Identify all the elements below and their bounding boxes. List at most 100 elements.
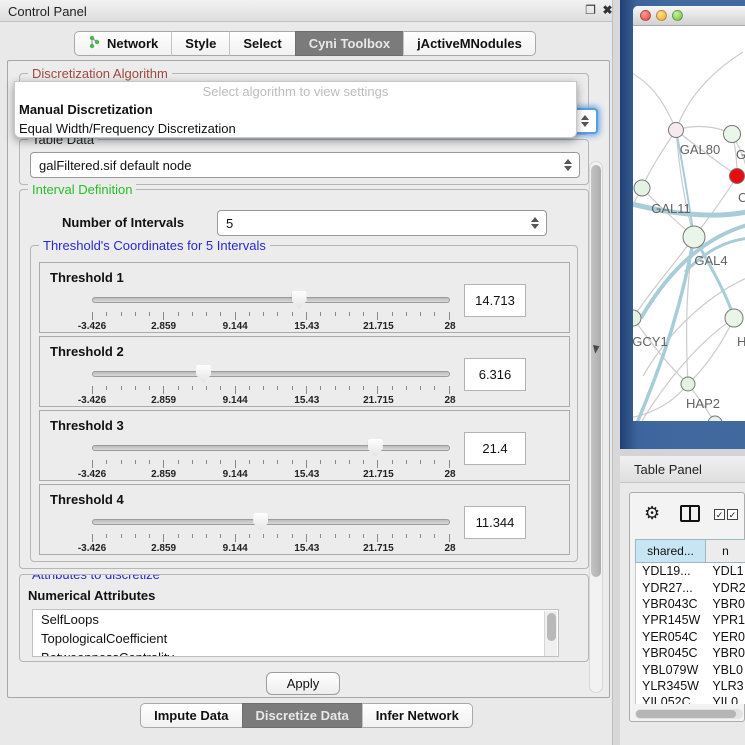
threshold-slider[interactable]: -3.4262.8599.14415.4321.71528 <box>92 513 450 553</box>
table-cell[interactable]: YBL0 <box>706 661 745 677</box>
table-cell[interactable]: YBR0 <box>706 596 745 612</box>
network-node-h[interactable] <box>725 309 743 327</box>
slider-thumb[interactable] <box>196 365 211 383</box>
network-edge[interactable] <box>633 318 688 384</box>
table-cell[interactable]: YIL0 <box>706 694 745 704</box>
network-node[interactable] <box>708 416 722 421</box>
tab-jactivemnodules[interactable]: jActiveMNodules <box>403 31 536 56</box>
threshold-label: Threshold 1 <box>50 270 124 285</box>
threshold-value-field[interactable]: 11.344 <box>464 506 526 539</box>
network-node[interactable] <box>724 126 741 143</box>
gear-icon[interactable]: ⚙ <box>644 504 660 522</box>
traffic-light-minimize-icon[interactable] <box>656 10 667 21</box>
slider-thumb[interactable] <box>368 439 383 457</box>
threshold-slider[interactable]: -3.4262.8599.14415.4321.71528 <box>92 291 450 331</box>
attributes-list-scrollbar[interactable] <box>544 611 557 657</box>
table-toolbar: ⚙ ✓ ✓ <box>630 493 744 535</box>
threshold-value-field[interactable]: 21.4 <box>464 432 526 465</box>
slider-track[interactable] <box>92 445 450 451</box>
table-cell[interactable]: YER054C <box>636 629 706 645</box>
tab-cyni-toolbox[interactable]: Cyni Toolbox <box>295 31 403 56</box>
threshold-panel-3: Threshold 3-3.4262.8599.14415.4321.71528… <box>39 410 570 481</box>
dropdown-placeholder: Select algorithm to view settings <box>15 82 576 100</box>
table-row[interactable]: YDR27...YDR2 <box>636 579 745 595</box>
slider-track[interactable] <box>92 371 450 377</box>
numerical-attributes-label: Numerical Attributes <box>28 588 155 603</box>
slider-thumb[interactable] <box>292 291 307 309</box>
column-header-n[interactable]: n <box>706 539 745 563</box>
number-of-intervals-combobox[interactable]: 5 <box>217 210 547 236</box>
threshold-slider[interactable]: -3.4262.8599.14415.4321.71528 <box>92 439 450 479</box>
table-cell[interactable]: YPR145W <box>636 612 706 628</box>
table-data-combobox[interactable]: galFiltered.sif default node <box>30 152 580 178</box>
table-cell[interactable]: YER0 <box>706 629 745 645</box>
table-row[interactable]: YLR345WYLR3 <box>636 678 745 694</box>
tab-impute-data[interactable]: Impute Data <box>140 703 241 728</box>
table-cell[interactable]: YBR0 <box>706 645 745 661</box>
slider-track[interactable] <box>92 297 450 303</box>
table-panel: Table Panel ⚙ ✓ ✓ shared...n YDL19...YDL… <box>620 456 745 745</box>
tab-style[interactable]: Style <box>171 31 229 56</box>
table-cell[interactable]: YLR345W <box>636 678 706 694</box>
numerical-attributes-list[interactable]: SelfLoopsTopologicalCoefficientBetweenne… <box>32 609 559 657</box>
table-header-row: shared...n <box>635 539 745 563</box>
slider-track[interactable] <box>92 519 450 525</box>
network-edge[interactable] <box>676 52 743 130</box>
traffic-light-zoom-icon[interactable] <box>672 10 683 21</box>
table-cell[interactable]: YDR27... <box>636 579 706 595</box>
network-node-gal11[interactable] <box>634 180 650 196</box>
panel-scrollbar[interactable] <box>589 161 603 693</box>
network-node-hap2[interactable] <box>681 377 695 391</box>
threshold-value-field[interactable]: 6.316 <box>464 358 526 391</box>
tab-network[interactable]: Network <box>74 31 171 56</box>
network-node[interactable] <box>730 169 745 184</box>
network-node-gal80[interactable] <box>669 123 684 138</box>
network-edge[interactable] <box>633 237 694 421</box>
table-cell[interactable]: YPR1 <box>706 612 745 628</box>
attribute-list-item[interactable]: TopologicalCoefficient <box>33 629 558 648</box>
tab-infer-network[interactable]: Infer Network <box>362 703 473 728</box>
table-horizontal-scrollbar[interactable] <box>635 709 743 719</box>
columns-layout-icon[interactable] <box>680 505 700 522</box>
checkbox-icon[interactable]: ✓ <box>727 509 738 520</box>
table-row[interactable]: YPR145WYPR1 <box>636 612 745 628</box>
float-window-icon[interactable]: ❐ <box>583 3 598 18</box>
table-row[interactable]: YBR043CYBR0 <box>636 596 745 612</box>
network-graph: GAL80GACGAL11GAL4GCY1HHAP2 <box>633 26 745 421</box>
close-window-icon[interactable]: ✖ <box>600 3 615 18</box>
network-node-gal4[interactable] <box>683 226 705 248</box>
checkbox-icon[interactable]: ✓ <box>714 509 725 520</box>
network-edge[interactable] <box>642 130 676 188</box>
dropdown-item-manual-discretization[interactable]: Manual Discretization <box>15 100 576 119</box>
dropdown-item-equal-width-frequency-discretization[interactable]: Equal Width/Frequency Discretization <box>15 119 576 138</box>
attribute-list-item[interactable]: SelfLoops <box>33 610 558 629</box>
table-cell[interactable]: YBR043C <box>636 596 706 612</box>
traffic-light-close-icon[interactable] <box>640 10 651 21</box>
table-row[interactable]: YIL052CYIL0 <box>636 694 745 704</box>
table-cell[interactable]: YIL052C <box>636 694 706 704</box>
thresholds-group-title: Threshold's Coordinates for 5 Intervals <box>39 238 270 253</box>
network-node-gcy1[interactable] <box>633 310 641 326</box>
apply-button[interactable]: Apply <box>266 672 340 695</box>
cyni-bottom-tabs: Impute DataDiscretize DataInfer Network <box>0 703 613 728</box>
table-cell[interactable]: YBR045C <box>636 645 706 661</box>
slider-thumb[interactable] <box>253 513 268 531</box>
table-cell[interactable]: YBL079W <box>636 661 706 677</box>
network-edge[interactable] <box>633 71 676 130</box>
tab-discretize-data[interactable]: Discretize Data <box>242 703 362 728</box>
threshold-label: Threshold 4 <box>50 492 124 507</box>
table-cell[interactable]: YDL19... <box>636 563 706 579</box>
threshold-slider[interactable]: -3.4262.8599.14415.4321.71528 <box>92 365 450 405</box>
tab-select[interactable]: Select <box>229 31 294 56</box>
table-row[interactable]: YDL19...YDL1 <box>636 563 745 579</box>
table-row[interactable]: YBR045CYBR0 <box>636 645 745 661</box>
table-cell[interactable]: YDR2 <box>706 579 745 595</box>
table-cell[interactable]: YDL1 <box>706 563 745 579</box>
threshold-value-field[interactable]: 14.713 <box>464 284 526 317</box>
table-cell[interactable]: YLR3 <box>706 678 745 694</box>
network-canvas[interactable]: GAL80GACGAL11GAL4GCY1HHAP2 <box>633 26 745 421</box>
column-header-shared[interactable]: shared... <box>635 539 706 563</box>
attribute-list-item[interactable]: BetweennessCentrality <box>33 648 558 657</box>
table-row[interactable]: YBL079WYBL0 <box>636 661 745 677</box>
table-row[interactable]: YER054CYER0 <box>636 629 745 645</box>
